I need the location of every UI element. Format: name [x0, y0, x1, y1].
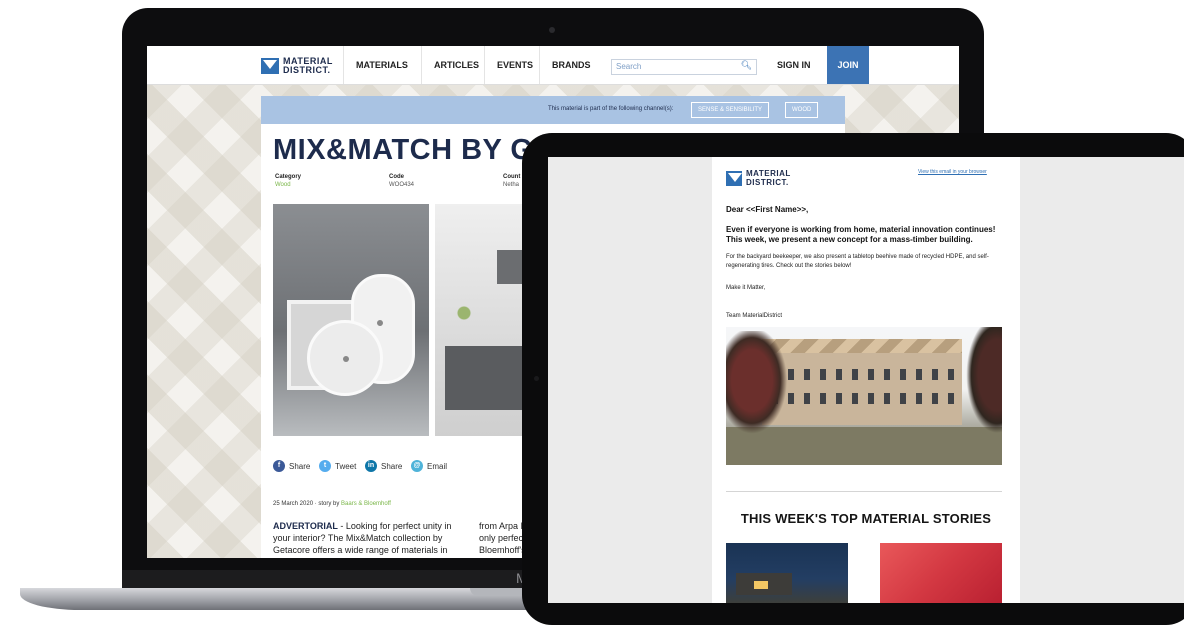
window — [900, 369, 906, 380]
search-placeholder: Search — [616, 62, 642, 71]
window — [948, 393, 954, 404]
share-linkedin[interactable]: in Share — [365, 460, 402, 472]
linkedin-icon: in — [365, 460, 377, 472]
section-title: THIS WEEK'S TOP MATERIAL STORIES — [740, 511, 992, 526]
channel-text: This material is part of the following c… — [548, 106, 674, 112]
product-photo-kitchen[interactable] — [435, 204, 535, 436]
nav-events[interactable]: EVENTS — [484, 46, 545, 84]
article-lead: ADVERTORIAL — [273, 521, 338, 531]
story-thumbnail-2[interactable] — [880, 543, 1002, 603]
window — [948, 369, 954, 380]
drain-icon — [377, 320, 383, 326]
window-light — [754, 581, 768, 589]
window — [820, 393, 826, 404]
nav-articles[interactable]: ARTICLES — [421, 46, 491, 84]
site-navbar: MATERIAL DISTRICT. MATERIALS ARTICLES EV… — [147, 46, 959, 85]
laptop-camera — [549, 27, 555, 33]
meta-label-category: Category — [275, 174, 302, 180]
meta-label-code: Code — [389, 174, 404, 180]
window — [820, 369, 826, 380]
email-logo-line-2: DISTRICT. — [746, 178, 789, 187]
product-photo-sinks[interactable] — [273, 204, 429, 436]
share-email[interactable]: @ Email — [411, 460, 447, 472]
story-thumbnail-1[interactable] — [726, 543, 848, 603]
twitter-icon: t — [319, 460, 331, 472]
window — [884, 369, 890, 380]
email-signature: Team MaterialDistrict — [726, 313, 783, 319]
tablet-screen: MATERIAL DISTRICT. View this email in yo… — [548, 157, 1184, 603]
channel-tag-sense-sensibility[interactable]: SENSE & SENSIBILITY — [691, 102, 770, 118]
share-twitter[interactable]: t Tweet — [319, 460, 356, 472]
newsletter-email: MATERIAL DISTRICT. View this email in yo… — [712, 157, 1020, 603]
window — [804, 393, 810, 404]
share-facebook-label: Share — [289, 461, 311, 471]
site-logo[interactable]: MATERIAL DISTRICT. — [261, 57, 333, 75]
share-facebook[interactable]: f Share — [273, 460, 310, 472]
article-byline: 25 March 2020 · story by Baars & Bloemho… — [273, 501, 391, 507]
meta-label-country: Count — [503, 174, 521, 180]
email-intro: Even if everyone is working from home, m… — [726, 225, 996, 244]
window — [868, 393, 874, 404]
facebook-icon: f — [273, 460, 285, 472]
article-author-link[interactable]: Baars & Bloemhoff — [341, 501, 391, 507]
window — [804, 369, 810, 380]
tree-left — [726, 331, 792, 441]
share-twitter-label: Tweet — [335, 461, 357, 471]
logo-icon — [261, 58, 279, 74]
email-icon: @ — [411, 460, 423, 472]
window — [836, 393, 842, 404]
window — [916, 393, 922, 404]
tablet-camera — [534, 376, 539, 381]
channel-bar: This material is part of the following c… — [261, 96, 845, 124]
nav-materials[interactable]: MATERIALS — [343, 46, 420, 84]
window — [884, 393, 890, 404]
hero-image-timber-building[interactable] — [726, 327, 1002, 465]
building-facade — [762, 353, 962, 425]
meta-value-category[interactable]: Wood — [275, 182, 291, 188]
article-column-1: ADVERTORIAL - Looking for perfect unity … — [273, 520, 459, 556]
window — [932, 393, 938, 404]
window — [852, 393, 858, 404]
window — [868, 369, 874, 380]
email-greeting: Dear <<First Name>>, — [726, 205, 809, 214]
section-divider — [726, 491, 1002, 492]
share-email-label: Email — [427, 461, 448, 471]
window — [852, 369, 858, 380]
article-date: 25 March 2020 · story by — [273, 501, 342, 507]
email-signoff: Make it Matter, — [726, 285, 766, 291]
drain-icon — [343, 356, 349, 362]
channel-tag-wood[interactable]: WOOD — [785, 102, 819, 118]
join-button[interactable]: JOIN — [827, 46, 869, 84]
window — [900, 393, 906, 404]
window — [916, 369, 922, 380]
view-in-browser-link[interactable]: View this email in your browser — [918, 169, 987, 175]
logo-line-2: DISTRICT. — [283, 65, 331, 75]
share-linkedin-label: Share — [381, 461, 403, 471]
meta-value-code: WOO434 — [389, 182, 415, 188]
window — [932, 369, 938, 380]
tree-right — [962, 327, 1002, 441]
search-input[interactable]: Search 🔍︎ — [611, 59, 757, 75]
sign-in-link[interactable]: SIGN IN — [769, 46, 819, 84]
window — [836, 369, 842, 380]
email-logo[interactable]: MATERIAL DISTRICT. — [726, 169, 791, 187]
meta-value-country: Netha — [503, 182, 520, 188]
search-icon[interactable]: 🔍︎ — [741, 60, 752, 71]
nav-brands[interactable]: BRANDS — [539, 46, 603, 84]
email-logo-line-1: MATERIAL — [746, 169, 791, 178]
plant — [457, 304, 471, 334]
email-body: For the backyard beekeeper, we also pres… — [726, 254, 989, 269]
logo-icon — [726, 170, 742, 186]
